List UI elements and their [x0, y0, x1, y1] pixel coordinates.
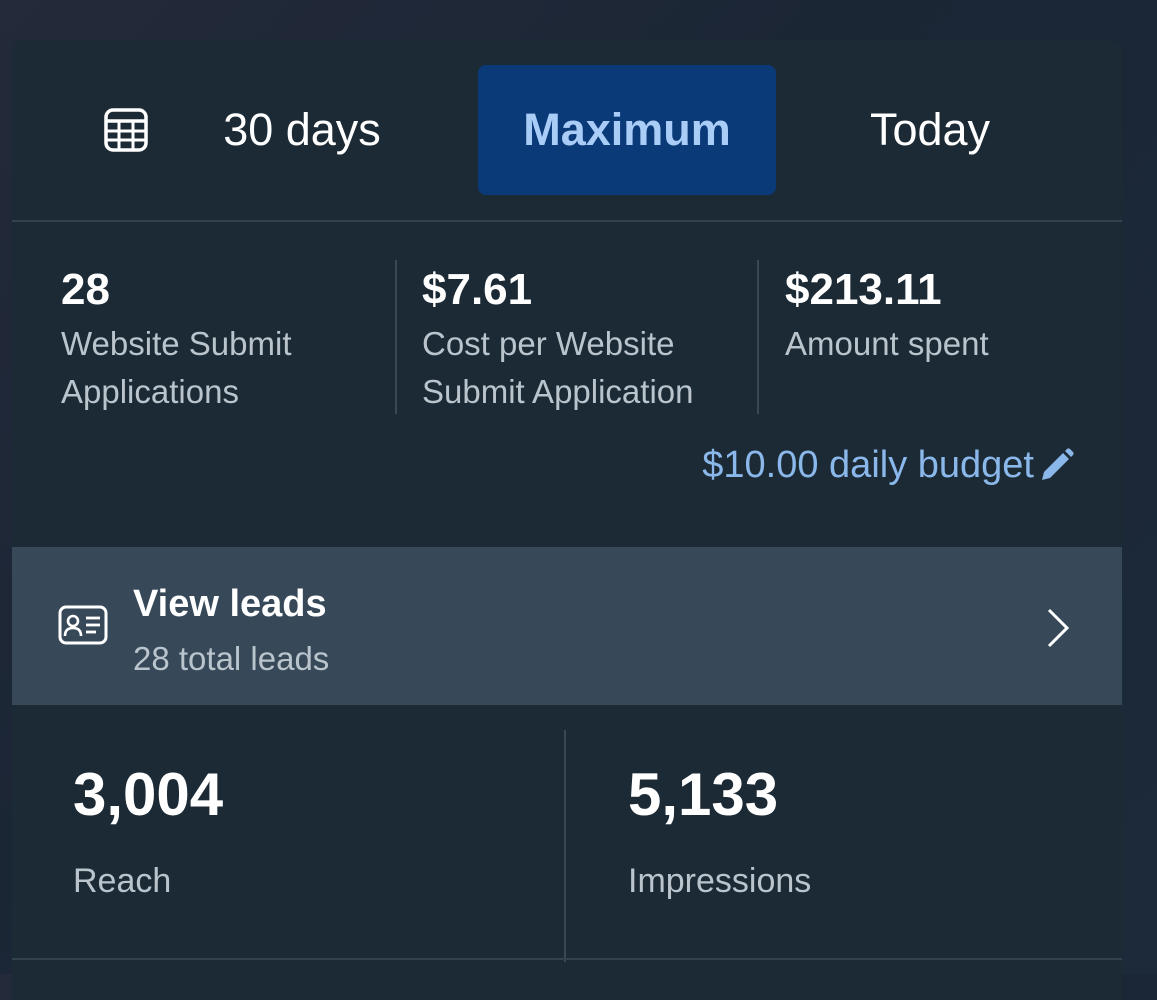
daily-budget-link[interactable]: $10.00 daily budget [702, 444, 1076, 487]
range-today-button[interactable]: Today [832, 65, 1028, 195]
metric-label: Reach [73, 862, 172, 900]
stat-label: Amount spent [785, 320, 1105, 368]
daily-budget-text: $10.00 daily budget [702, 444, 1034, 486]
stat-value: 28 [61, 265, 110, 314]
metric-divider [564, 730, 566, 962]
pencil-icon [1042, 447, 1074, 480]
metric-impressions: 5,133 Impressions [628, 755, 811, 903]
stat-divider [757, 260, 759, 414]
ad-results-card: 30 days Maximum Today 28 Website Submit … [12, 40, 1122, 1000]
date-range-selector: 30 days Maximum Today [12, 40, 1122, 222]
stat-amount-spent: $213.11 Amount spent [785, 262, 1105, 368]
view-leads-title: View leads [133, 583, 327, 625]
stat-label-line: Amount spent [785, 325, 989, 362]
chevron-right-icon [1047, 608, 1070, 648]
stat-label-line: Submit Application [422, 373, 694, 410]
total-leads-count: 28 total leads [133, 640, 330, 677]
stat-label-line: Cost per Website [422, 325, 675, 362]
stat-label: Cost per Website Submit Application [422, 320, 762, 416]
range-maximum-button[interactable]: Maximum [478, 65, 776, 195]
stat-label-line: Website Submit [61, 325, 292, 362]
stat-label-line: Applications [61, 373, 239, 410]
stat-label: Website Submit Applications [61, 320, 381, 416]
metric-value: 5,133 [628, 761, 779, 828]
id-card-icon [58, 605, 108, 645]
section-divider [12, 958, 1122, 960]
stat-website-submit-applications: 28 Website Submit Applications [61, 262, 381, 416]
calendar-icon[interactable] [102, 106, 150, 154]
stat-value: $7.61 [422, 265, 533, 314]
range-30-days-button[interactable]: 30 days [192, 65, 412, 195]
metric-label: Impressions [628, 862, 812, 900]
stat-cost-per-application: $7.61 Cost per Website Submit Applicatio… [422, 262, 762, 416]
stat-value: $213.11 [785, 265, 942, 314]
view-leads-row[interactable]: View leads 28 total leads [12, 547, 1122, 705]
metric-value: 3,004 [73, 761, 224, 828]
stat-divider [395, 260, 397, 414]
metric-reach: 3,004 Reach [73, 755, 223, 903]
